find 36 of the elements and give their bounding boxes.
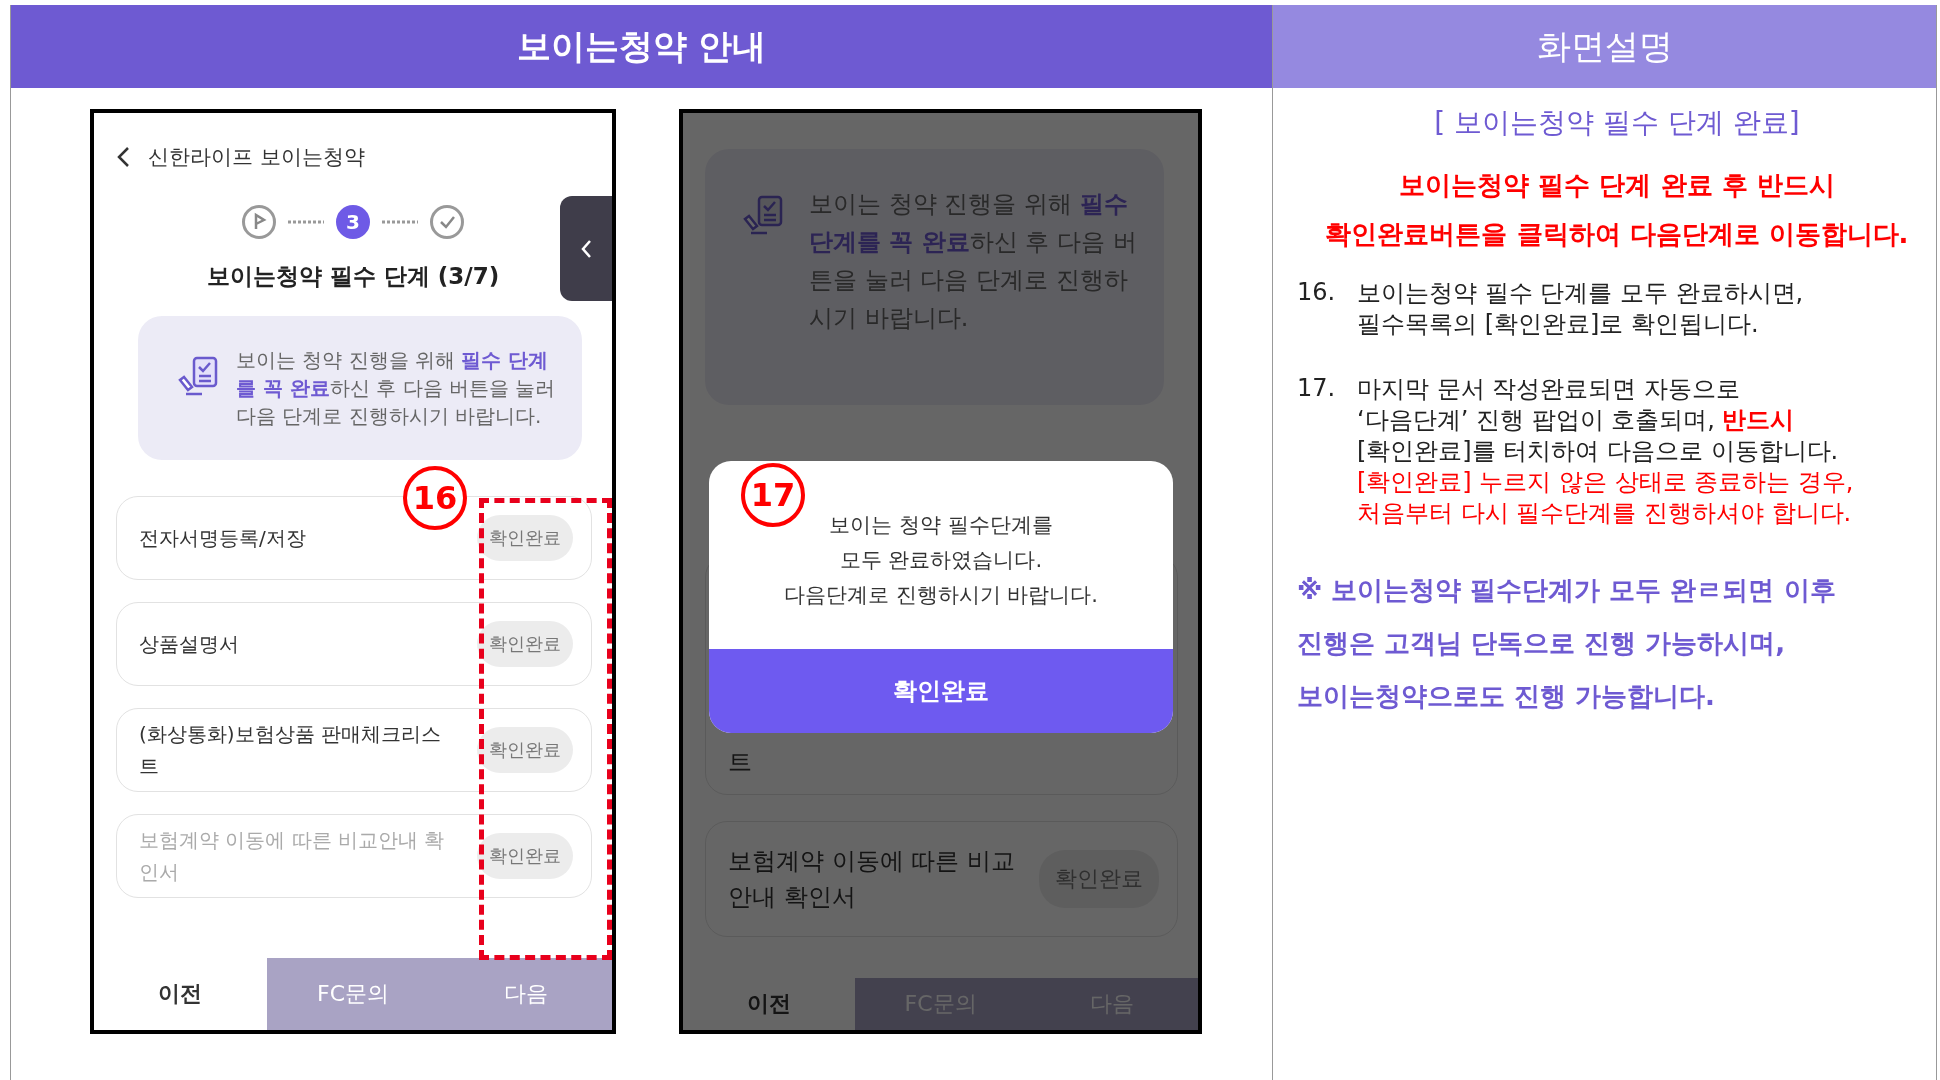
note-text: 진행은 고객님 단독으로 진행 가능하시며, — [1297, 627, 1787, 660]
warning-text: 보이는청약 필수 단계 완료 후 반드시 — [1399, 169, 1835, 202]
status-badge: 확인완료 — [477, 727, 573, 773]
dialog-message: 다음단계로 진행하시기 바랍니다. — [784, 581, 1098, 609]
status-badge: 확인완료 — [477, 515, 573, 561]
status-badge: 확인완료 — [477, 833, 573, 879]
section-title: 화면설명 — [1273, 5, 1936, 88]
item-label: 보험계약 이동에 따른 비교안내 확인서 — [139, 827, 446, 886]
note-text: 보이는청약으로도 진행 가능합니다. — [1297, 680, 1716, 713]
instruction-text: 처음부터 다시 필수단계를 진행하셔야 합니다. — [1357, 498, 1853, 529]
app-title: 신한라이프 보이는청약 — [148, 144, 365, 171]
instruction-text: ‘다음단계’ 진행 팝업이 호출되며, 반드시 — [1357, 405, 1796, 436]
item-label: 트 — [728, 747, 752, 778]
section-heading: [ 보이는청약 필수 단계 완료] — [1433, 105, 1801, 141]
item-label: 상품설명서 — [139, 631, 239, 658]
instruction-text: [확인완료] 누르지 않은 상태로 종료하는 경우, — [1357, 467, 1854, 498]
instruction-text: 필수목록의 [확인완료]로 확인됩니다. — [1357, 309, 1760, 340]
callout-number: 16 — [403, 466, 467, 530]
note-text: ※ 보이는청약 필수단계가 모두 완ㄹ되면 이후 — [1297, 574, 1837, 607]
warning-text: 확인완료버튼을 클릭하여 다음단계로 이동합니다. — [1325, 218, 1909, 251]
step-number: 3 — [336, 205, 370, 239]
notice-text: 보이는 청약 진행을 위해 필수 단계를 꼭 완료하신 후 다음 버튼을 눌러 다음 단계로 진행하시기 바랍니다. — [236, 347, 556, 430]
status-badge: 확인완료 — [477, 621, 573, 667]
notice-text: 보이는 청약 진행을 위해 필수 단계를 꼭 완료하신 후 다음 버튼을 눌러 다음 단계로 진행하시기 바랍니다. — [809, 189, 1138, 334]
item-label: (화상통화)보험상품 판매체크리스트 — [139, 721, 442, 780]
item-label: 전자서명등록/저장 — [139, 525, 306, 552]
instruction-text: 마지막 문서 작성완료되면 자동으로 — [1357, 374, 1741, 405]
dialog-message: 모두 완료하였습니다. — [839, 546, 1043, 574]
dialog-message: 보이는 청약 필수단계를 — [829, 511, 1053, 539]
section-title: 보이는청약 안내 — [11, 5, 1272, 88]
instruction-text: [확인완료]를 터치하여 다음으로 이동합니다. — [1357, 436, 1840, 467]
step-number: 16. — [1297, 278, 1337, 308]
instruction-text: 보이는청약 필수 단계를 모두 완료하시면, — [1357, 278, 1804, 309]
step-number: 17. — [1297, 374, 1337, 404]
step-title: 보이는청약 필수 단계 (3/7) — [205, 262, 501, 291]
item-label: 보험계약 이동에 따른 비교안내 확인서 — [728, 846, 1016, 913]
